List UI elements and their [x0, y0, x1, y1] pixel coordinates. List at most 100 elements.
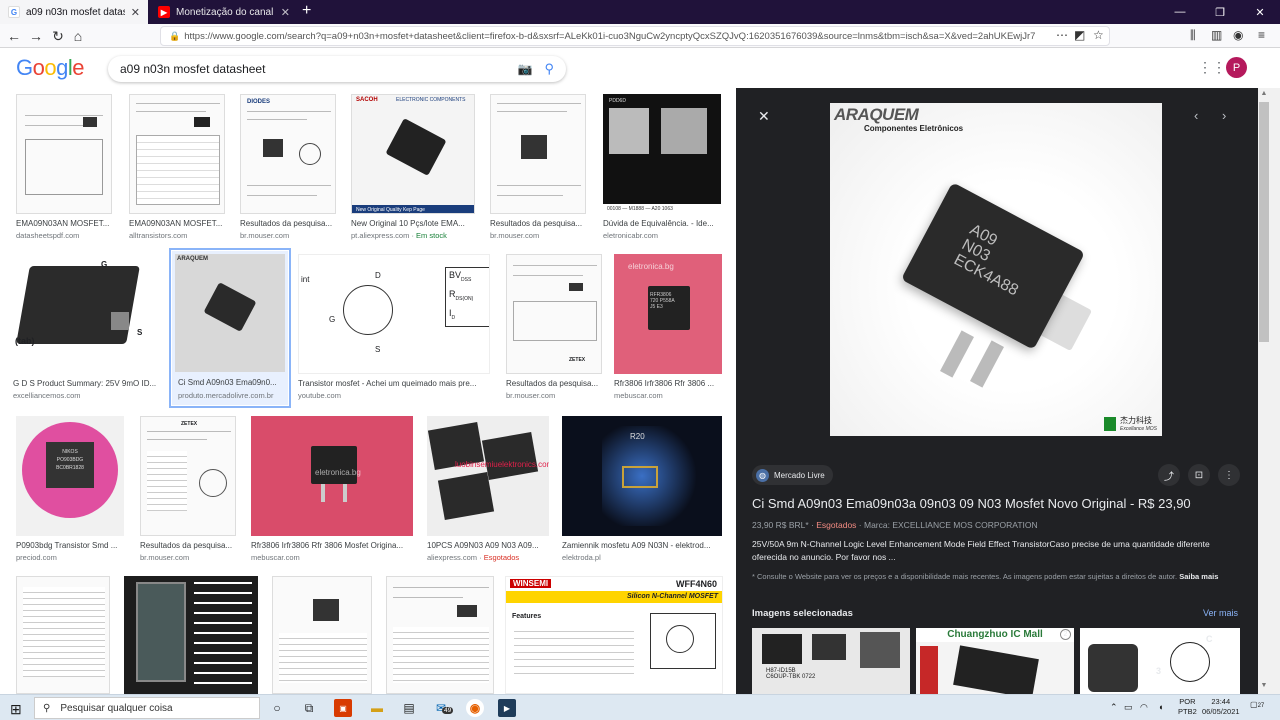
wifi-icon[interactable]: ◠	[1140, 702, 1148, 713]
preview-image[interactable]: ARAQUEM Componentes Eletrônicos A09 N03 EC…	[830, 103, 1162, 436]
result-caption[interactable]: Resultados da pesquisa...	[506, 379, 602, 388]
network-icon[interactable]: ▭	[1124, 702, 1133, 713]
scroll-down-icon[interactable]: ▼	[1258, 682, 1270, 689]
new-tab-button[interactable]: +	[302, 2, 311, 20]
close-icon[interactable]: ✕	[758, 108, 770, 125]
result-thumbnail[interactable]: eletronica.bg RFR3806 720 P558A J5 E3	[614, 254, 722, 374]
save-bookmark-icon[interactable]: ⊡	[1188, 464, 1210, 486]
avatar[interactable]: P	[1226, 57, 1247, 78]
result-caption[interactable]: Rfr3806 Irfr3806 Rfr 3806 ...	[614, 379, 722, 388]
result-thumbnail[interactable]: luobinsemiuelektronics.com	[427, 416, 549, 536]
tab-youtube[interactable]: ▶ Monetização do canal - YouTube ✕	[150, 0, 298, 24]
result-caption[interactable]: P0903bdg Transistor Smd ...	[16, 541, 124, 550]
result-thumbnail[interactable]: eletronica.bg	[251, 416, 413, 536]
result-thumbnail[interactable]: int D G S BVDSS RDS(ON) ID	[298, 254, 490, 374]
result-thumbnail[interactable]: PDD6D 00108 — M1888 — A20 1063	[603, 94, 721, 214]
close-tab-icon[interactable]: ✕	[281, 6, 290, 19]
cortana-icon[interactable]: ○	[268, 699, 286, 717]
restore-icon[interactable]: ❐	[1200, 0, 1240, 24]
close-window-icon[interactable]: ✕	[1240, 0, 1280, 24]
minimize-icon[interactable]: —	[1160, 0, 1200, 24]
result-caption[interactable]: Resultados da pesquisa...	[240, 219, 336, 228]
result-caption[interactable]: EMA09N03AN MOSFET...	[16, 219, 112, 228]
result-thumbnail[interactable]	[490, 94, 586, 214]
result-thumbnail[interactable]: R20	[562, 416, 722, 536]
firefox-icon[interactable]: ◉	[466, 699, 484, 717]
result-caption[interactable]: Resultados da pesquisa...	[140, 541, 236, 550]
taskbar-search-input[interactable]: Pesquisar qualquer coisa	[60, 703, 172, 714]
result-thumbnail[interactable]	[272, 576, 372, 694]
related-image[interactable]: H87-ID15B C6OUP-TBK 0722	[752, 628, 910, 694]
result-thumbnail[interactable]: ZETEX	[506, 254, 602, 374]
result-caption[interactable]: G D S Product Summary: 25V 9mO ID...	[13, 379, 163, 388]
related-image[interactable]: Chuangzhuo IC Mall 2	[916, 628, 1074, 694]
language-indicator[interactable]: POR PTB2	[1178, 697, 1197, 717]
result-thumbnail[interactable]	[16, 94, 112, 214]
back-icon[interactable]: ←	[4, 26, 24, 46]
scrollbar-thumb[interactable]	[1259, 102, 1269, 342]
result-thumbnail[interactable]: ZETEX	[140, 416, 236, 536]
share-icon[interactable]: ⤴	[1158, 464, 1180, 486]
clock[interactable]: 23:44 06/05/2021	[1202, 697, 1240, 717]
result-caption[interactable]: 10PCS A09N03 A09 N03 A09...	[427, 541, 549, 550]
result-caption[interactable]: Dúvida de Equivalência. - Ide...	[603, 219, 721, 228]
result-caption[interactable]: Transistor mosfet - Achei um queimado ma…	[298, 379, 490, 388]
result-thumbnail[interactable]: SACOH ELECTRONIC COMPONENTS New Original…	[351, 94, 475, 214]
result-thumbnail[interactable]	[16, 576, 110, 694]
search-icon[interactable]: ⚲	[544, 61, 554, 77]
result-caption[interactable]: Rfr3806 Irfr3806 Rfr 3806 Mosfet Origina…	[251, 541, 413, 550]
search-box[interactable]: a09 n03n mosfet datasheet 📷 ⚲	[108, 56, 566, 82]
result-thumbnail[interactable]: WINSEMI WFF4N60 Silicon N-Channel MOSFET…	[505, 576, 723, 694]
reload-icon[interactable]: ↻	[48, 26, 68, 46]
app-icon[interactable]: ▶	[498, 699, 516, 717]
windows-start-icon[interactable]: ⊞	[10, 701, 22, 718]
file-explorer-icon[interactable]: ▬	[368, 699, 386, 717]
result-caption[interactable]: EMA09N03AN MOSFET...	[129, 219, 225, 228]
result-card-selected[interactable]: ARAQUEM Ci Smd A09n03 Ema09n0... produto…	[169, 248, 291, 408]
task-view-icon[interactable]: ⧉	[300, 699, 318, 717]
notifications-icon[interactable]: ▢27	[1250, 700, 1264, 709]
page-actions-icon[interactable]: ⋯	[1056, 28, 1068, 42]
learn-more-link[interactable]: Saiba mais	[1179, 572, 1218, 581]
home-icon[interactable]: ⌂	[68, 26, 88, 46]
store-icon[interactable]: ▤	[400, 699, 418, 717]
sidebar-icon[interactable]: ▥	[1211, 28, 1222, 42]
close-tab-icon[interactable]: ✕	[131, 6, 140, 19]
chevron-left-icon[interactable]: ‹	[1194, 108, 1198, 123]
menu-icon[interactable]: ≡	[1258, 28, 1265, 42]
taskbar-search[interactable]: ⚲ Pesquisar qualquer coisa	[34, 697, 260, 719]
page-scrollbar[interactable]: ▲ ▼	[1258, 88, 1280, 694]
forward-icon[interactable]: →	[26, 26, 46, 46]
related-image[interactable]: C 3	[1080, 628, 1240, 694]
more-options-icon[interactable]: ⋮	[1218, 464, 1240, 486]
tray-expand-icon[interactable]: ⌃	[1110, 702, 1118, 713]
result-caption[interactable]: Ci Smd A09n03 Ema09n0...	[178, 378, 284, 387]
result-caption[interactable]: New Original 10 Pçs/lote EMA...	[351, 219, 475, 228]
search-input[interactable]: a09 n03n mosfet datasheet	[120, 62, 518, 76]
url-text[interactable]: https://www.google.com/search?q=a09+n03n…	[184, 31, 1109, 42]
google-logo[interactable]: Google	[16, 55, 85, 81]
result-thumbnail[interactable]: (tab) G S	[13, 254, 163, 374]
result-thumbnail[interactable]: NIKOS PO903BDG BC0BR1828	[16, 416, 124, 536]
account-icon[interactable]: ◉	[1233, 28, 1243, 42]
scroll-up-icon[interactable]: ▲	[1258, 90, 1270, 97]
chevron-right-icon[interactable]: ›	[1222, 108, 1226, 123]
result-caption[interactable]: Zamiennik mosfetu A09 N03N - elektrod...	[562, 541, 722, 550]
see-more-link[interactable]: Ver mais	[1203, 608, 1238, 618]
library-icon[interactable]: ⫼	[1190, 28, 1196, 43]
pocket-icon[interactable]: ◩	[1074, 28, 1085, 42]
result-thumbnail[interactable]: ARAQUEM	[175, 254, 285, 372]
tab-google-search[interactable]: G a09 n03n mosfet datasheet - Pesquisa G…	[0, 0, 148, 24]
volume-icon[interactable]: ◖	[1158, 702, 1163, 712]
site-chip[interactable]: ◍ Mercado Livre	[752, 465, 833, 485]
result-thumbnail[interactable]	[129, 94, 225, 214]
result-title-link[interactable]: Ci Smd A09n03 Ema09n03a 09n03 09 N03 Mos…	[752, 496, 1252, 511]
camera-icon[interactable]: 📷	[518, 62, 533, 76]
bookmark-star-icon[interactable]: ☆	[1093, 28, 1104, 42]
result-thumbnail[interactable]: DIODES	[240, 94, 336, 214]
address-bar[interactable]: 🔒 https://www.google.com/search?q=a09+n0…	[160, 26, 1110, 46]
result-thumbnail[interactable]	[386, 576, 494, 694]
result-thumbnail[interactable]	[124, 576, 258, 694]
office-icon[interactable]: ▣	[334, 699, 352, 717]
result-caption[interactable]: Resultados da pesquisa...	[490, 219, 586, 228]
